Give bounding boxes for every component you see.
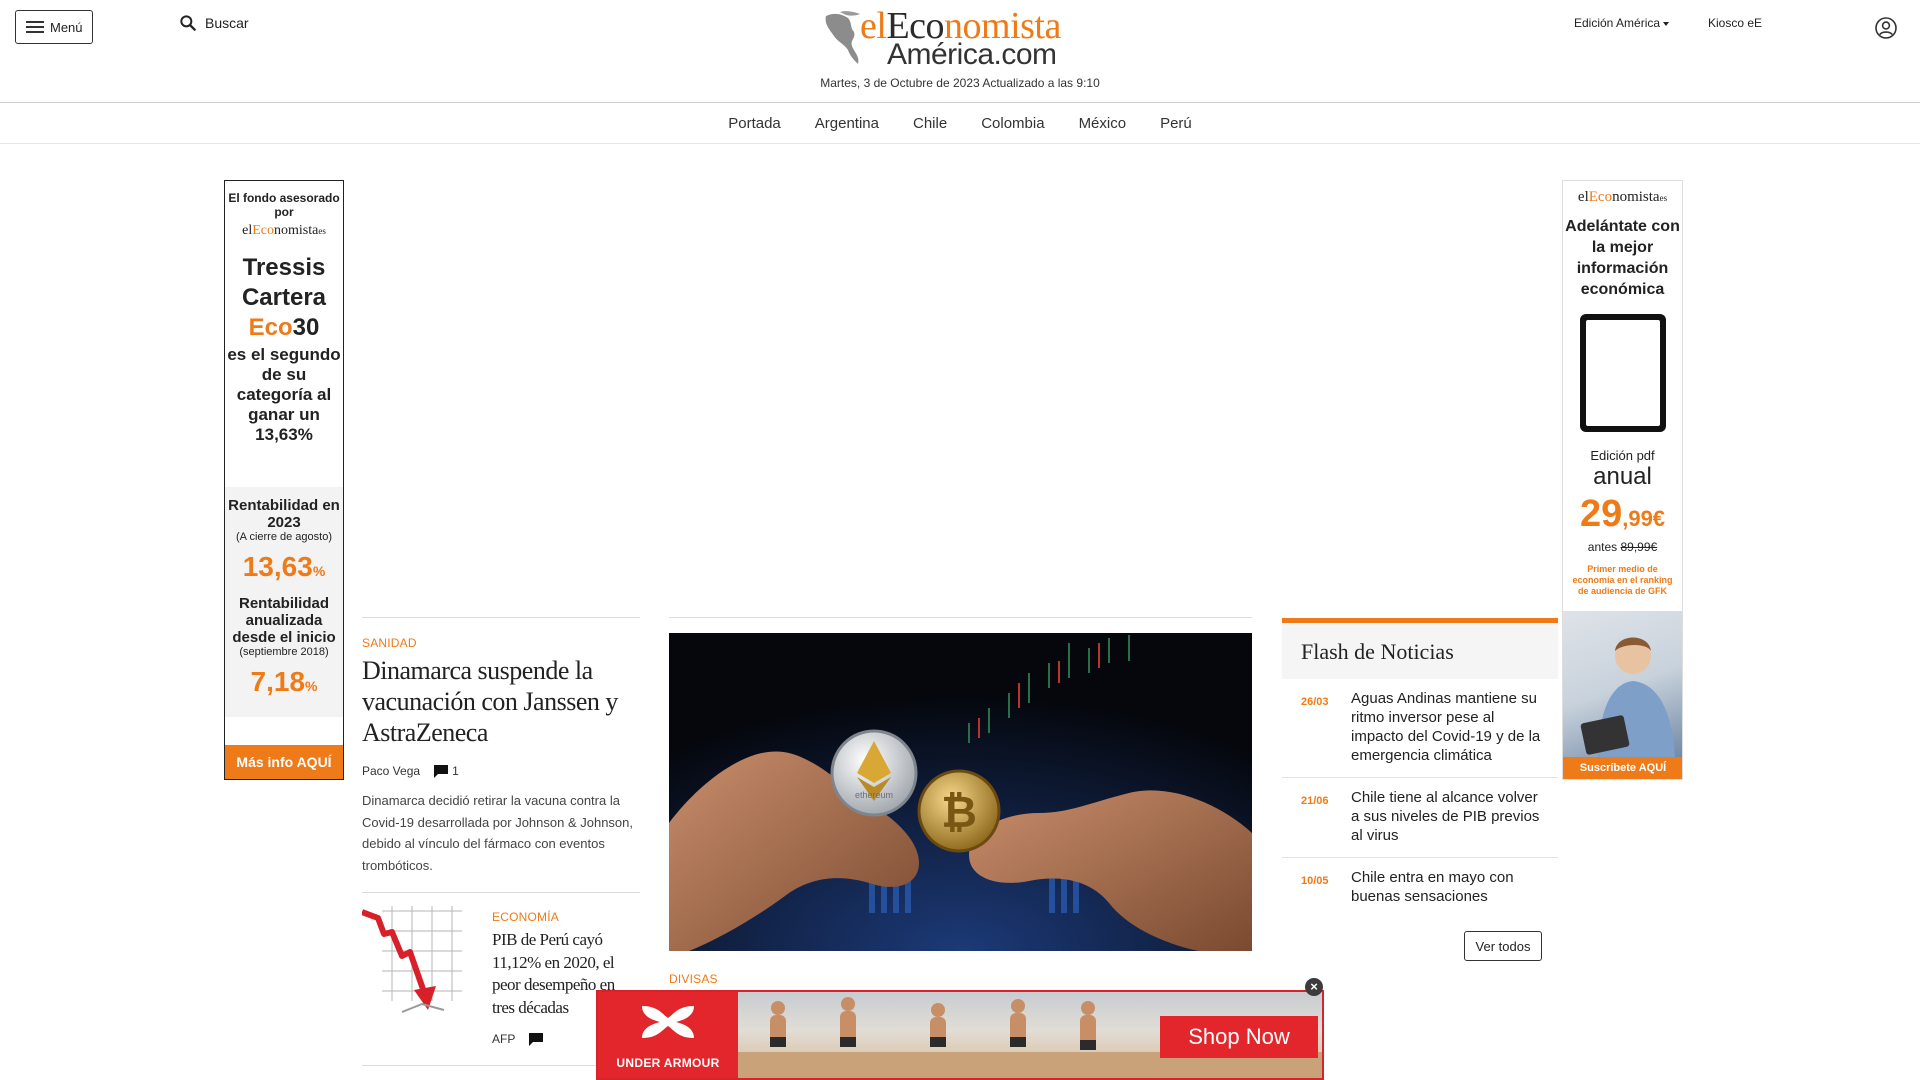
site-logo[interactable]: elEconomista América.com bbox=[820, 5, 1100, 72]
comment-icon bbox=[529, 1032, 544, 1046]
flash-item[interactable]: 10/05 Chile entra en mayo con buenas sen… bbox=[1282, 858, 1558, 918]
nav-item-peru[interactable]: Perú bbox=[1143, 115, 1209, 132]
article2-byline: AFP bbox=[492, 1032, 544, 1046]
svg-text:₿: ₿ bbox=[941, 788, 977, 837]
ad-left-cta[interactable]: Más info AQUÍ bbox=[225, 745, 343, 779]
flash-item-date: 26/03 bbox=[1301, 696, 1329, 708]
ad-left-claim: es el segundo de su categoría al ganar u… bbox=[227, 345, 341, 444]
flash-title: Flash de Noticias bbox=[1282, 623, 1558, 679]
flash-item[interactable]: 21/06 Chile tiene al alcance volver a su… bbox=[1282, 778, 1558, 858]
edition-label: Edición América bbox=[1574, 16, 1661, 30]
ad-right-antes: antes 89,99€ bbox=[1587, 540, 1658, 554]
nav-item-mexico[interactable]: México bbox=[1062, 115, 1144, 132]
flash-news-box: Flash de Noticias 26/03 Aguas Andinas ma… bbox=[1282, 618, 1558, 961]
ad-right-primer: Primer medio de economía en el ranking d… bbox=[1572, 564, 1673, 596]
right-skyscraper-ad[interactable]: elEconomistaes Adelántate con la mejor i… bbox=[1562, 180, 1683, 780]
article1-comments[interactable]: 1 bbox=[434, 764, 459, 778]
article2-thumbnail[interactable] bbox=[360, 906, 462, 1016]
ad-right-headline: Adelántate con la mejor información econ… bbox=[1565, 218, 1680, 298]
kiosco-link[interactable]: Kiosco eE bbox=[1708, 16, 1762, 30]
ad-left-rent1-title: Rentabilidad en 2023 bbox=[228, 497, 340, 531]
under-armour-logo: UNDER ARMOUR bbox=[598, 992, 738, 1078]
nav-item-colombia[interactable]: Colombia bbox=[964, 115, 1061, 132]
main-story-image[interactable]: ethereum ₿ bbox=[669, 633, 1252, 951]
nav-item-chile[interactable]: Chile bbox=[896, 115, 964, 132]
ad-right-cta[interactable]: Suscríbete AQUÍ bbox=[1563, 757, 1682, 779]
ad-left-rent2-value: 7,18% bbox=[250, 666, 318, 697]
country-nav: Portada Argentina Chile Colombia México … bbox=[0, 104, 1920, 144]
ad-bottom-brand: UNDER ARMOUR bbox=[616, 1056, 720, 1070]
ad-left-fund-name: Tressis Cartera Eco30 bbox=[241, 254, 327, 341]
person-with-tablet-image bbox=[1563, 611, 1682, 761]
article2-author[interactable]: AFP bbox=[492, 1032, 515, 1046]
header-date: Martes, 3 de Octubre de 2023 Actualizado… bbox=[820, 76, 1100, 90]
ver-todos-button[interactable]: Ver todos bbox=[1464, 931, 1542, 961]
edition-selector[interactable]: Edición América bbox=[1574, 16, 1670, 30]
ethereum-coin-label: ethereum bbox=[855, 790, 893, 800]
divider bbox=[362, 617, 640, 618]
search-icon bbox=[180, 15, 196, 31]
shop-now-button[interactable]: Shop Now bbox=[1160, 1016, 1318, 1058]
ad-left-panel: Rentabilidad en 2023 (A cierre de agosto… bbox=[225, 487, 343, 717]
divider bbox=[362, 892, 640, 893]
left-skyscraper-ad[interactable]: El fondo asesorado por elEconomistaes Tr… bbox=[224, 180, 344, 780]
user-icon[interactable] bbox=[1874, 16, 1898, 40]
article1-summary: Dinamarca decidió retirar la vacuna cont… bbox=[362, 793, 634, 873]
nav-item-portada[interactable]: Portada bbox=[711, 115, 798, 132]
caret-down-icon bbox=[1663, 21, 1670, 26]
site-header: Menú Buscar elEconomista América.com Mar… bbox=[0, 0, 1920, 103]
flash-item-date: 21/06 bbox=[1301, 795, 1329, 807]
ad-left-rent1-sub: (A cierre de agosto) bbox=[236, 531, 332, 543]
article1-byline: Paco Vega 1 bbox=[362, 764, 459, 778]
article1-author[interactable]: Paco Vega bbox=[362, 764, 420, 778]
article1-section[interactable]: Sanidad bbox=[362, 636, 417, 650]
close-icon[interactable]: × bbox=[1305, 978, 1323, 996]
logo-line-2: América.com bbox=[887, 38, 1057, 71]
ad-right-anual: anual bbox=[1593, 463, 1652, 490]
flash-item-title[interactable]: Chile tiene al alcance volver a sus nive… bbox=[1351, 788, 1558, 845]
menu-button[interactable]: Menú bbox=[15, 10, 93, 44]
comment-icon bbox=[434, 764, 449, 778]
menu-icon bbox=[26, 21, 44, 33]
menu-label: Menú bbox=[50, 19, 83, 35]
article1-title[interactable]: Dinamarca suspende la vacunación con Jan… bbox=[362, 655, 640, 748]
search-button[interactable]: Buscar bbox=[178, 13, 249, 33]
article2-section[interactable]: Economía bbox=[492, 910, 559, 924]
tablet-image bbox=[1579, 314, 1666, 432]
nav-item-argentina[interactable]: Argentina bbox=[798, 115, 896, 132]
ad-right-price: 29,99€ bbox=[1579, 493, 1666, 535]
main-story-section[interactable]: Divisas bbox=[669, 972, 718, 986]
bottom-banner-ad[interactable]: UNDER ARMOUR Shop Now bbox=[596, 990, 1324, 1080]
ad-left-rent1-value: 13,63% bbox=[242, 551, 326, 582]
article2-comments[interactable] bbox=[529, 1032, 544, 1046]
flash-item[interactable]: 26/03 Aguas Andinas mantiene su ritmo in… bbox=[1282, 679, 1558, 778]
divider bbox=[669, 617, 1252, 618]
ad-left-rent2-sub: (septiembre 2018) bbox=[239, 646, 329, 658]
ad-left-brand: elEconomistaes bbox=[242, 223, 326, 238]
search-label: Buscar bbox=[205, 15, 249, 31]
ad-left-rent2-title: Rentabilidad anualizada desde el inicio bbox=[232, 595, 336, 646]
flash-item-date: 10/05 bbox=[1301, 875, 1329, 887]
ad-right-edition: Edición pdf bbox=[1590, 448, 1655, 463]
ad-left-top-text: El fondo asesorado por bbox=[228, 191, 340, 219]
ad-right-brand: elEconomistaes bbox=[1577, 189, 1668, 205]
flash-item-title[interactable]: Aguas Andinas mantiene su ritmo inversor… bbox=[1351, 689, 1558, 765]
flash-item-title[interactable]: Chile entra en mayo con buenas sensacion… bbox=[1351, 868, 1558, 906]
under-armour-logo-icon bbox=[642, 1006, 694, 1038]
